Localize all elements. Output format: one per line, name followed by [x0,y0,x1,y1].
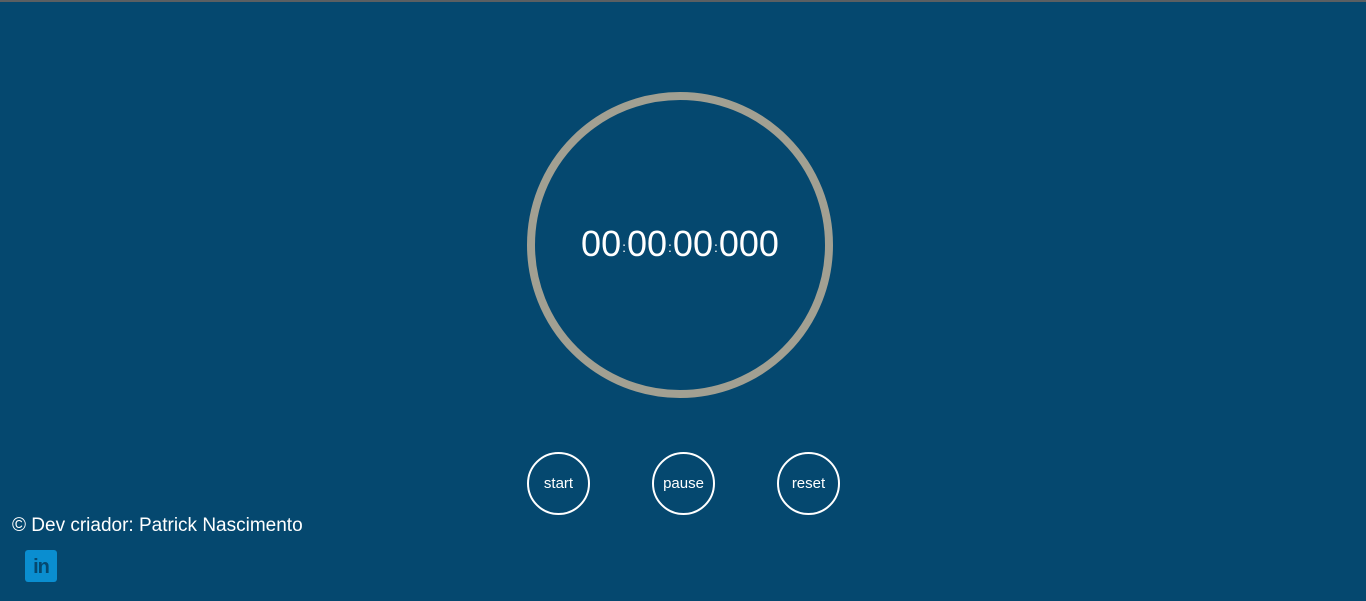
timer-separator: : [713,239,718,255]
footer-credit: © Dev criador: Patrick Nascimento [12,515,303,536]
timer-hours: 00 [581,223,622,264]
stopwatch-display: 00 : 00 : 00 : 000 [581,226,779,262]
timer-minutes: 00 [626,223,668,264]
reset-button[interactable]: reset [777,452,840,515]
stopwatch-controls: start pause reset [527,452,840,515]
linkedin-icon[interactable]: in [25,550,57,582]
start-button[interactable]: start [527,452,590,515]
timer-seconds: 00 [672,223,713,264]
timer-milliseconds: 000 [718,223,779,264]
timer-separator: : [668,239,672,255]
linkedin-glyph: in [33,556,50,578]
top-border [0,0,1366,2]
timer-separator: : [622,239,626,255]
stopwatch-ring: 00 : 00 : 00 : 000 [527,92,833,398]
pause-button[interactable]: pause [652,452,715,515]
